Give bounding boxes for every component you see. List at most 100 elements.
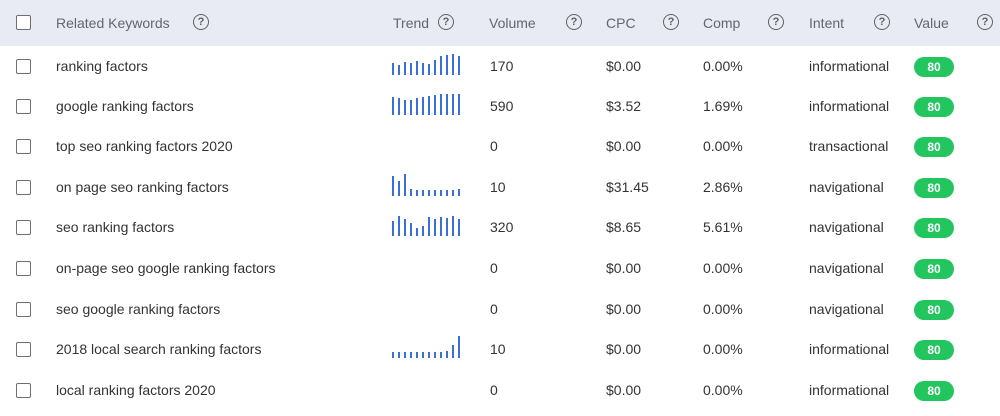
table-row[interactable]: google ranking factors 590 $3.52 1.69% infor… [0,86,1000,127]
value-badge: 80 [914,137,954,157]
help-icon[interactable]: ? [566,14,582,30]
trend-bar [416,98,418,115]
header-trend[interactable]: Trend [393,14,429,32]
header-comp[interactable]: Comp [703,14,740,32]
trend-bar [410,63,412,75]
row-checkbox[interactable] [16,302,31,317]
row-checkbox[interactable] [16,180,31,195]
table-row[interactable]: seo ranking factors 320 $8.65 5.61% navigati… [0,207,1000,248]
trend-bar [398,352,400,358]
table-row[interactable]: on page seo ranking factors 10 $31.45 2.86%… [0,167,1000,208]
keyword-cell[interactable]: local ranking factors 2020 [56,381,216,399]
intent-cell: transactional [809,138,889,154]
trend-bar [446,94,448,115]
trend-bar [458,189,460,196]
trend-bar [446,190,448,196]
table-row[interactable]: ranking factors 170 $0.00 0.00% informationa… [0,46,1000,87]
row-checkbox[interactable] [16,59,31,74]
value-badge: 80 [914,340,954,360]
trend-bar [434,190,436,196]
cpc-cell: $8.65 [606,219,642,235]
row-checkbox[interactable] [16,139,31,154]
trend-sparkline [392,212,460,236]
header-related-keywords[interactable]: Related Keywords [56,14,170,32]
trend-bar [422,97,424,115]
trend-bar [434,60,436,75]
header-cpc[interactable]: CPC [606,14,636,32]
trend-bar [404,219,406,236]
trend-sparkline [392,334,460,358]
trend-bar [428,190,430,196]
trend-bar [416,228,418,236]
value-badge: 80 [914,97,954,117]
keyword-cell[interactable]: seo google ranking factors [56,300,220,318]
trend-bar [452,345,454,358]
intent-cell: informational [809,98,890,114]
help-icon[interactable]: ? [768,14,784,30]
trend-bar [452,190,454,196]
keyword-cell[interactable]: 2018 local search ranking factors [56,340,261,358]
trend-bar [434,219,436,236]
trend-sparkline [392,172,460,196]
row-checkbox[interactable] [16,220,31,235]
intent-cell: navigational [809,219,884,235]
trend-bar [398,65,400,75]
help-icon[interactable]: ? [193,14,209,30]
cpc-cell: $3.52 [606,98,642,114]
volume-cell: 10 [490,341,506,357]
keyword-cell[interactable]: top seo ranking factors 2020 [56,137,233,155]
cpc-cell: $0.00 [606,301,642,317]
cpc-cell: $31.45 [606,179,649,195]
select-all-checkbox[interactable] [16,15,31,30]
trend-bar [446,55,448,75]
row-checkbox[interactable] [16,342,31,357]
trend-bar [422,63,424,75]
keyword-cell[interactable]: seo ranking factors [56,218,174,236]
row-checkbox[interactable] [16,261,31,276]
row-checkbox[interactable] [16,99,31,114]
trend-bar [392,176,394,196]
trend-bar [398,98,400,115]
keyword-cell[interactable]: ranking factors [56,57,148,75]
table-row[interactable]: 2018 local search ranking factors 10 $0.00… [0,329,1000,370]
comp-cell: 2.86% [703,179,743,195]
volume-cell: 10 [490,179,506,195]
table-row[interactable]: top seo ranking factors 2020 0 $0.00 0.00% t… [0,126,1000,167]
intent-cell: informational [809,341,890,357]
volume-cell: 0 [490,138,498,154]
comp-cell: 0.00% [703,341,743,357]
keyword-cell[interactable]: on-page seo google ranking factors [56,259,275,277]
trend-bar [422,190,424,196]
comp-cell: 5.61% [703,219,743,235]
help-icon[interactable]: ? [977,14,993,30]
intent-cell: informational [809,382,890,398]
trend-bar [458,219,460,236]
table-row[interactable]: local ranking factors 2020 0 $0.00 0.00% inf… [0,370,1000,411]
trend-bar [440,217,442,236]
header-intent[interactable]: Intent [809,14,844,32]
cpc-cell: $0.00 [606,382,642,398]
trend-bar [458,336,460,358]
trend-bar [404,174,406,196]
intent-cell: informational [809,58,890,74]
trend-bar [392,97,394,115]
trend-bar [428,96,430,115]
header-volume[interactable]: Volume [489,14,536,32]
volume-cell: 0 [490,301,498,317]
comp-cell: 1.69% [703,98,743,114]
row-checkbox[interactable] [16,383,31,398]
header-value[interactable]: Value [914,14,949,32]
value-badge: 80 [914,259,954,279]
keyword-cell[interactable]: google ranking factors [56,97,194,115]
trend-bar [392,221,394,236]
trend-bar [428,64,430,75]
table-row[interactable]: seo google ranking factors 0 $0.00 0.00% nav… [0,289,1000,330]
cpc-cell: $0.00 [606,341,642,357]
help-icon[interactable]: ? [438,14,454,30]
help-icon[interactable]: ? [663,14,679,30]
value-badge: 80 [914,178,954,198]
keyword-cell[interactable]: on page seo ranking factors [56,178,229,196]
trend-sparkline [392,91,460,115]
help-icon[interactable]: ? [874,14,890,30]
table-row[interactable]: on-page seo google ranking factors 0 $0.00… [0,248,1000,289]
